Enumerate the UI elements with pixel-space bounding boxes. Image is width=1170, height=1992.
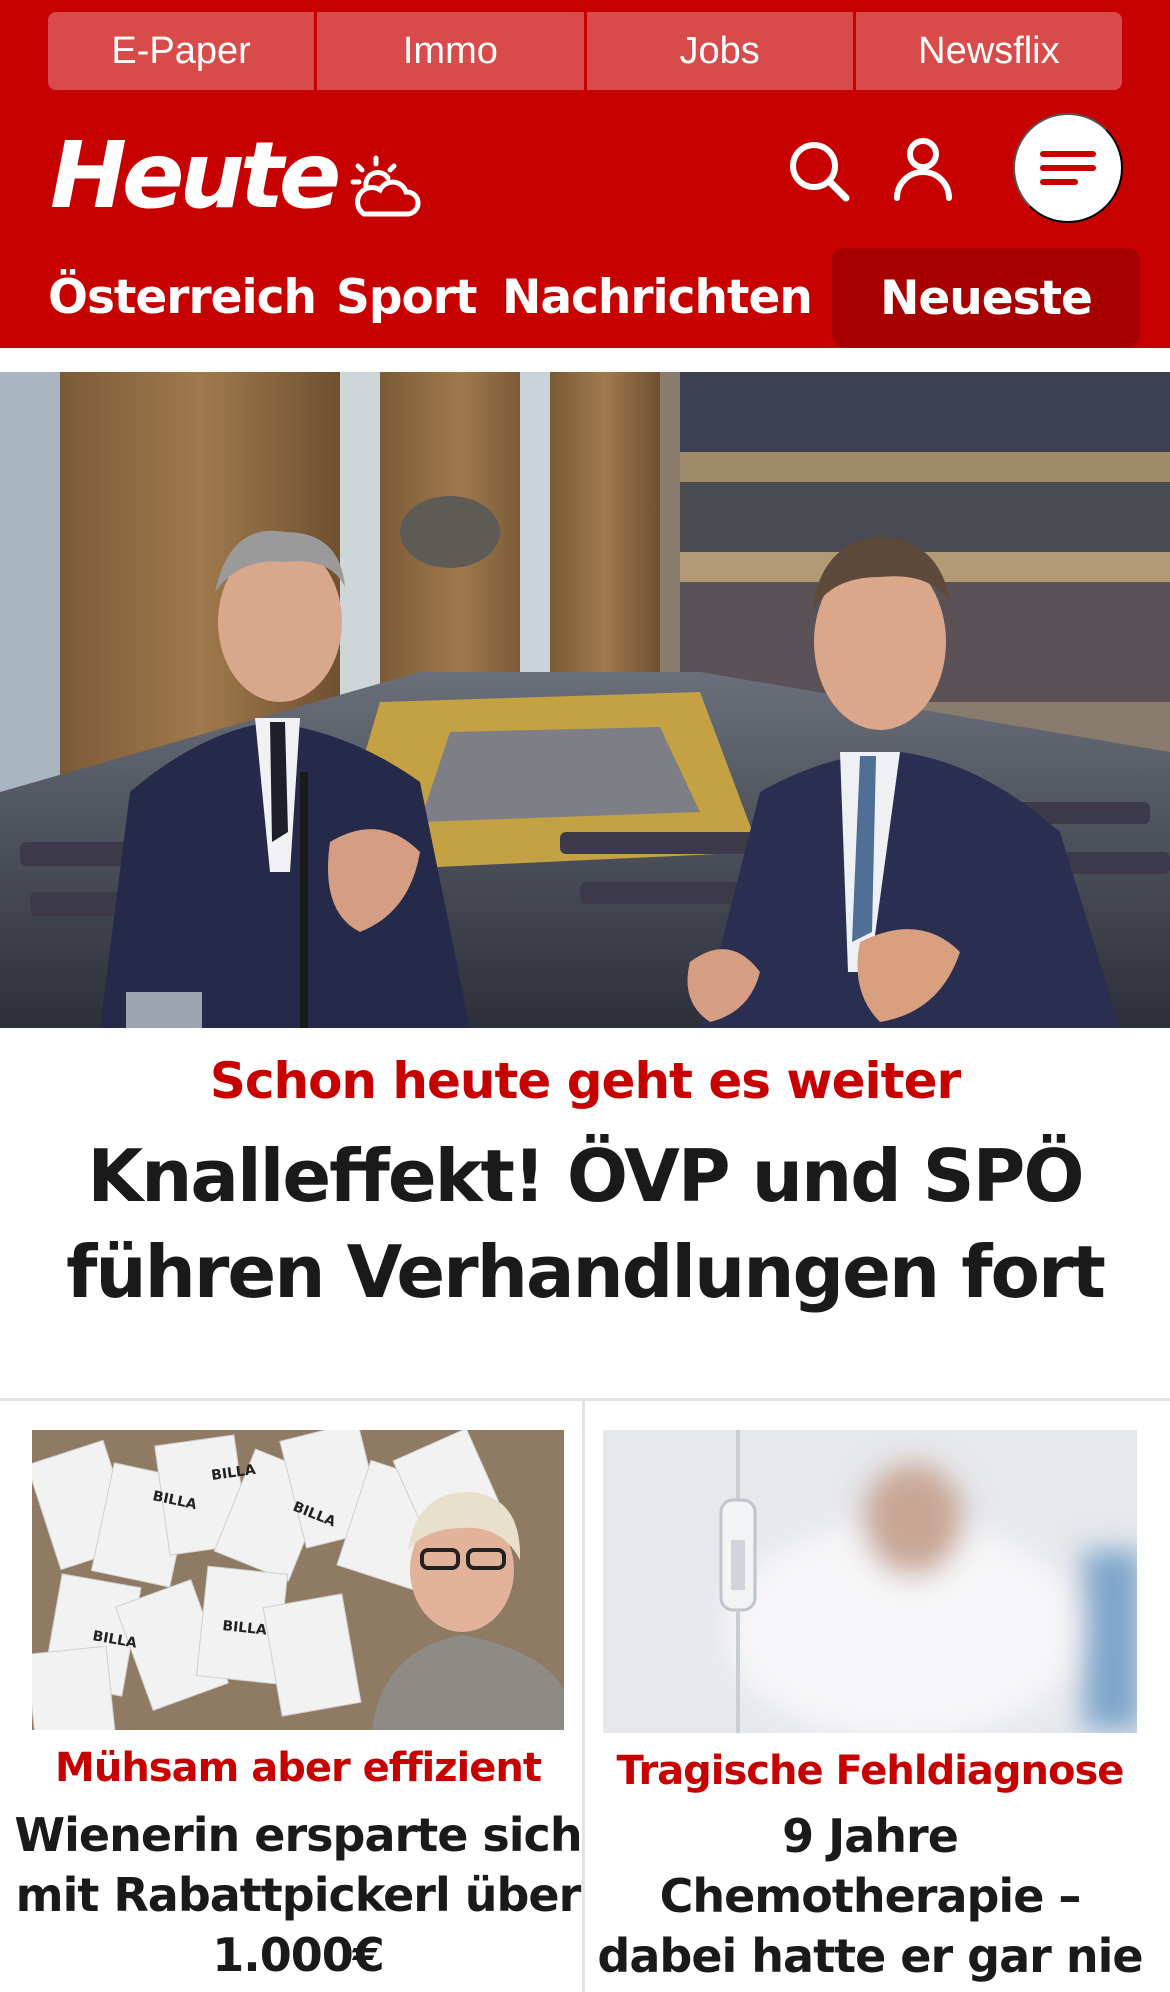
top-link-newsflix[interactable]: Newsflix xyxy=(855,12,1122,90)
parliament-photo xyxy=(0,372,1170,1028)
article-card-image-hospital[interactable] xyxy=(603,1430,1137,1733)
top-link-epaper[interactable]: E-Paper xyxy=(48,12,315,90)
section-divider xyxy=(0,1398,1170,1401)
heute-logo[interactable]: Heute xyxy=(50,130,341,222)
card-kicker: Mühsam aber effizient xyxy=(55,1745,542,1791)
search-icon[interactable] xyxy=(786,138,852,204)
hamburger-menu-icon xyxy=(1040,151,1096,185)
top-link-jobs[interactable]: Jobs xyxy=(586,12,853,90)
nav-item-nachrichten[interactable]: Nachrichten xyxy=(502,270,813,325)
top-link-immo[interactable]: Immo xyxy=(317,12,584,90)
top-links-bar: E-Paper Immo Jobs Newsflix xyxy=(48,12,1122,90)
nav-item-oesterreich[interactable]: Österreich xyxy=(48,270,317,325)
partly-cloudy-icon[interactable] xyxy=(350,154,422,220)
card-headline[interactable]: 9 Jahre Chemotherapie – dabei hatte er g… xyxy=(592,1806,1148,1992)
nav-item-neueste[interactable]: Neueste xyxy=(832,248,1140,348)
main-nav: Österreich Sport Nachrichten Neueste xyxy=(0,248,1170,348)
logo-row: Heute xyxy=(0,110,1170,240)
nav-item-sport[interactable]: Sport xyxy=(336,270,477,325)
hospital-photo xyxy=(603,1430,1137,1733)
receipts-photo: BILLA BILLA BILLA BILLA BILLA xyxy=(32,1430,564,1730)
menu-button[interactable] xyxy=(1013,113,1123,223)
hero-article-image[interactable] xyxy=(0,372,1170,1028)
card-headline[interactable]: Wienerin ersparte sich mit Rabattpickerl… xyxy=(10,1805,586,1985)
hero-kicker: Schon heute geht es weiter xyxy=(209,1052,961,1110)
article-card-image-receipts[interactable]: BILLA BILLA BILLA BILLA BILLA xyxy=(32,1430,564,1730)
card-kicker: Tragische Fehldiagnose xyxy=(616,1748,1125,1794)
site-header: E-Paper Immo Jobs Newsflix Heute Österre… xyxy=(0,0,1170,348)
user-icon[interactable] xyxy=(892,136,954,202)
hero-headline[interactable]: Knalleffekt! ÖVP und SPÖ führen Verhandl… xyxy=(10,1128,1160,1320)
